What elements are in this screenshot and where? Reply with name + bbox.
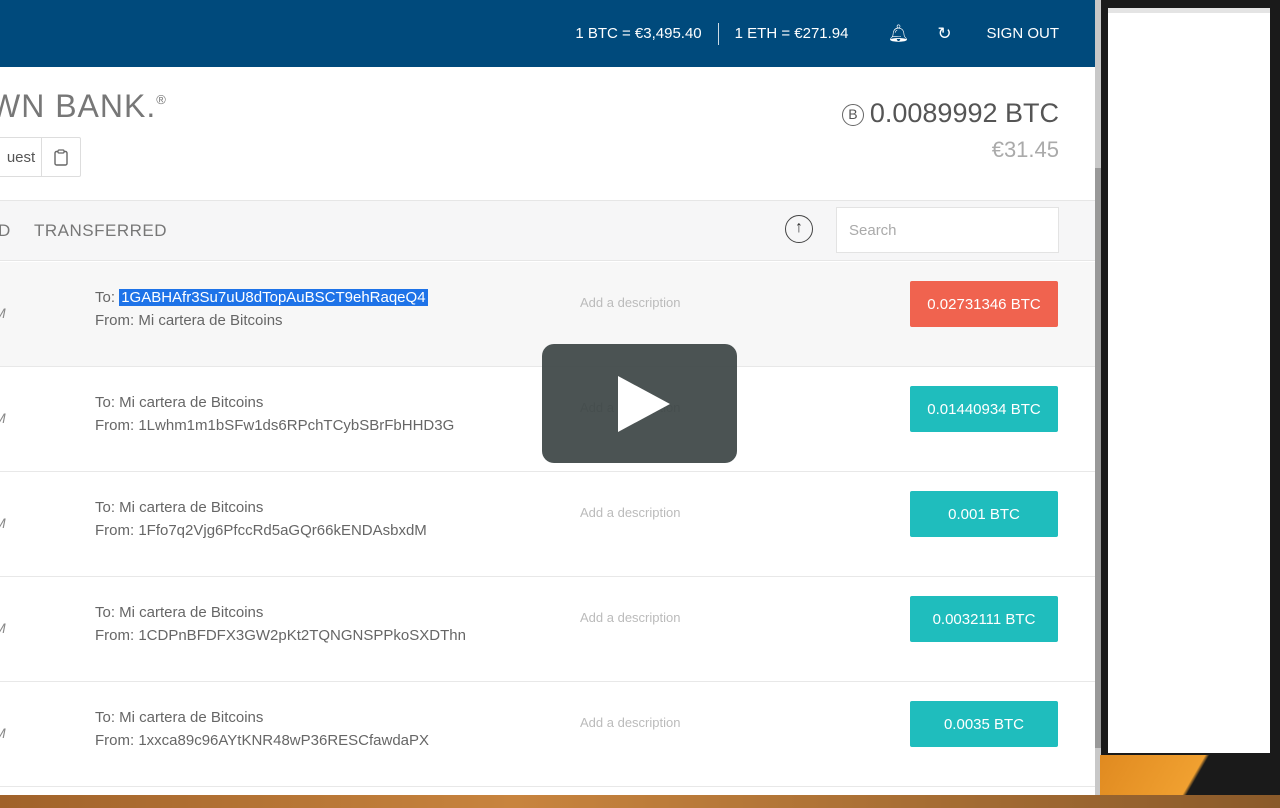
divider — [717, 22, 719, 45]
to-label: To: — [95, 289, 120, 306]
taskbar-strip — [0, 795, 1280, 808]
amount-badge[interactable]: 0.02731346 BTC — [910, 281, 1058, 327]
upload-icon[interactable]: ↑ — [785, 215, 813, 243]
balance: B 0.0089992 BTC €31.45 — [841, 98, 1059, 163]
scrollbar[interactable] — [1095, 0, 1101, 795]
background-window — [1108, 8, 1270, 753]
to-line: To: Mi cartera de Bitcoins — [95, 709, 264, 726]
transaction-row[interactable]: M To: Mi cartera de Bitcoins From: 1CDPnB… — [0, 577, 1095, 682]
from-line: From: 1Ffo7q2Vjg6PfccRd5aGQr66kENDAsbxdM — [95, 522, 427, 539]
eur-balance: €31.45 — [991, 137, 1059, 162]
play-icon — [618, 376, 670, 432]
btc-rate: 1 BTC = €3,495.40 — [575, 25, 702, 42]
to-line: To: 1GABHAfr3Su7uU8dTopAuBSCT9ehRaqeQ4 — [95, 289, 428, 306]
bitcoin-icon: B — [841, 104, 864, 126]
registered-mark: ® — [156, 92, 167, 107]
eth-rate: 1 ETH = €271.94 — [734, 25, 849, 42]
timestamp-fragment: M — [0, 620, 6, 636]
from-line: From: 1CDPnBFDFX3GW2pKt2TQNGNSPPkoSXDThn — [95, 627, 466, 644]
add-description-field[interactable]: Add a description — [580, 610, 680, 625]
clipboard-icon — [54, 148, 68, 166]
brand-logo: WN BANK.® — [0, 88, 167, 125]
scrollbar-thumb[interactable] — [1095, 168, 1101, 748]
add-description-field[interactable]: Add a description — [580, 715, 680, 730]
tab-transferred[interactable]: TRANSFERRED — [34, 221, 167, 241]
refresh-icon[interactable]: ↻ — [932, 24, 956, 44]
play-button[interactable] — [542, 344, 737, 463]
top-bar: 1 BTC = €3,495.40 1 ETH = €271.94 🔔︎ ↻ S… — [0, 0, 1095, 67]
clipboard-button[interactable] — [42, 138, 80, 176]
amount-badge[interactable]: 0.0035 BTC — [910, 701, 1058, 747]
bell-icon[interactable]: 🔔︎ — [886, 24, 910, 44]
amount-badge[interactable]: 0.001 BTC — [910, 491, 1058, 537]
to-address[interactable]: 1GABHAfr3Su7uU8dTopAuBSCT9ehRaqeQ4 — [119, 289, 428, 306]
brand-text: WN BANK. — [0, 88, 157, 124]
transaction-row[interactable]: M To: Mi cartera de Bitcoins From: 1xxca8… — [0, 682, 1095, 787]
action-button-group: uest — [0, 137, 81, 177]
transactions-toolbar: D TRANSFERRED ↑ — [0, 200, 1095, 261]
search-input[interactable] — [849, 221, 1048, 239]
to-line: To: Mi cartera de Bitcoins — [95, 499, 264, 516]
transaction-row[interactable]: M To: Mi cartera de Bitcoins From: 1Ffo7q… — [0, 472, 1095, 577]
tab-received[interactable]: D — [0, 221, 11, 241]
amount-badge[interactable]: 0.01440934 BTC — [910, 386, 1058, 432]
add-description-field[interactable]: Add a description — [580, 295, 680, 310]
sign-out-button[interactable]: SIGN OUT — [986, 25, 1059, 42]
timestamp-fragment: M — [0, 305, 6, 321]
from-line: From: 1Lwhm1m1bSFw1ds6RPchTCybSBrFbHHD3G — [95, 417, 455, 434]
timestamp-fragment: M — [0, 515, 6, 531]
timestamp-fragment: M — [0, 410, 6, 426]
search-box — [836, 207, 1059, 253]
amount-badge[interactable]: 0.0032111 BTC — [910, 596, 1058, 642]
to-line: To: Mi cartera de Bitcoins — [95, 394, 264, 411]
add-description-field[interactable]: Add a description — [580, 505, 680, 520]
request-button[interactable]: uest — [0, 138, 42, 176]
from-line: From: Mi cartera de Bitcoins — [95, 312, 283, 329]
timestamp-fragment: M — [0, 725, 6, 741]
from-line: From: 1xxca89c96AYtKNR48wP36RESCfawdaPX — [95, 732, 430, 749]
to-line: To: Mi cartera de Bitcoins — [95, 604, 264, 621]
btc-balance: 0.0089992 BTC — [869, 98, 1059, 128]
